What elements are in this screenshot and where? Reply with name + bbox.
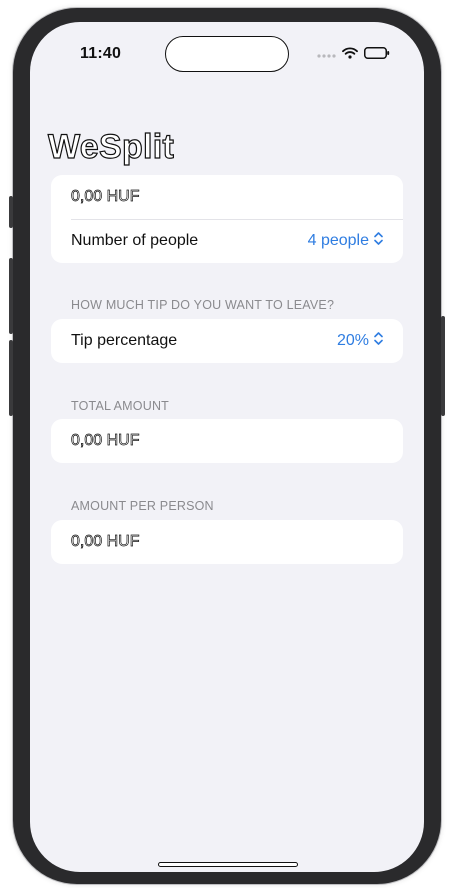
battery-icon <box>364 46 390 64</box>
tip-value: 20% <box>336 332 369 349</box>
dynamic-island <box>165 36 289 72</box>
power-button <box>441 316 445 416</box>
tip-card: Tip percentage 20% <box>51 319 403 363</box>
tip-picker-value[interactable]: 20% <box>337 332 383 350</box>
chevron-up-down-icon <box>374 232 383 250</box>
chevron-up-down-icon <box>374 332 383 350</box>
number-of-people-picker[interactable]: Number of people 4 people <box>51 219 403 263</box>
status-bar: 11:40 <box>30 22 424 82</box>
status-time: 11:40 <box>80 45 122 62</box>
page-title: WeSplit <box>47 127 175 166</box>
total-amount-value: 0,00 HUF <box>71 432 140 450</box>
home-indicator[interactable] <box>158 862 298 867</box>
people-label: Number of people <box>71 232 199 249</box>
per-person-card: 0,00 HUF <box>51 520 403 564</box>
signal-dots-icon <box>316 46 336 64</box>
people-picker-value[interactable]: 4 people <box>308 232 383 250</box>
per-person-section-header: AMOUNT PER PERSON <box>71 499 214 513</box>
tip-percentage-picker[interactable]: Tip percentage 20% <box>51 319 403 363</box>
app-screen: 11:40 WeSplit 0,00 HUF Number of people … <box>30 22 424 872</box>
amount-field-row[interactable]: 0,00 HUF <box>51 175 403 219</box>
volume-down-button <box>9 340 13 416</box>
people-value: 4 people <box>307 232 369 249</box>
total-card: 0,00 HUF <box>51 419 403 463</box>
tip-section-header: HOW MUCH TIP DO YOU WANT TO LEAVE? <box>71 298 335 312</box>
amount-input[interactable]: 0,00 HUF <box>71 188 140 206</box>
per-person-value: 0,00 HUF <box>71 533 140 551</box>
total-amount-row: 0,00 HUF <box>51 419 403 463</box>
action-button <box>9 196 13 228</box>
tip-label: Tip percentage <box>71 332 178 349</box>
status-icons <box>316 46 390 64</box>
per-person-row: 0,00 HUF <box>51 520 403 564</box>
wifi-icon <box>342 46 358 64</box>
volume-up-button <box>9 258 13 334</box>
total-section-header: TOTAL AMOUNT <box>71 399 170 413</box>
check-card: 0,00 HUF Number of people 4 people <box>51 175 403 263</box>
